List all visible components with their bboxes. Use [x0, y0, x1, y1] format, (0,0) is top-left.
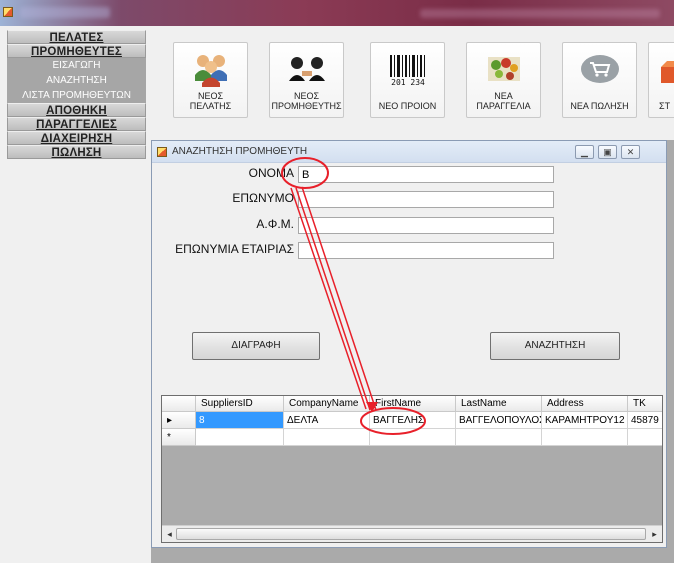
dialog-title: ΑΝΑΖΗΤΗΣΗ ΠΡΟΜΗΘΕΥΤΗ [172, 146, 308, 157]
menu-supplier-list[interactable]: ΛΙΣΤΑ ΠΡΟΜΗΘΕΥΤΩΝ [7, 88, 146, 103]
svg-text:201 234: 201 234 [391, 78, 425, 87]
table-cell-new[interactable] [370, 429, 456, 446]
new-supplier-label-2: ΠΡΟΜΗΘΕΥΤΗΣ [271, 101, 342, 111]
column-header[interactable]: SuppliersID [196, 396, 284, 412]
new-sale-button[interactable]: ΝΕΑ ΠΩΛΗΣΗ [562, 42, 637, 118]
last-name-input[interactable] [298, 191, 554, 208]
box-icon [661, 61, 674, 83]
dialog-app-icon [157, 147, 167, 157]
company-name-label: ΕΠΩΝΥΜΙΑ ΕΤΑΙΡΙΑΣ [175, 242, 294, 256]
title-blurred [20, 7, 110, 18]
title-blurred-right [420, 9, 660, 18]
new-customer-label-1: ΝΕΟΣ [197, 91, 224, 101]
column-header[interactable]: LastName [456, 396, 542, 412]
scroll-thumb[interactable] [176, 528, 646, 540]
shopping-cart-icon [581, 55, 619, 83]
column-header[interactable]: CompanyName [284, 396, 370, 412]
menu-customers[interactable]: ΠΕΛΑΤΕΣ [7, 30, 146, 44]
table-cell-new[interactable] [196, 429, 284, 446]
table-cell[interactable]: ΒΑΓΓΕΛΟΠΟΥΛΟΣ [456, 412, 542, 429]
barcode-icon: 201 234 [390, 55, 425, 87]
app-icon [3, 7, 13, 17]
menu-supplier-insert[interactable]: ΕΙΣΑΓΩΓΗ [7, 58, 146, 73]
new-order-button[interactable]: ΝΕΑ ΠΑΡΑΓΓΕΛΙΑ [466, 42, 541, 118]
table-cell[interactable]: 45879 [628, 412, 662, 429]
menu-orders[interactable]: ΠΑΡΑΓΓΕΛΙΕΣ [7, 117, 146, 131]
new-product-button[interactable]: 201 234 ΝΕΟ ΠΡΟΙΟΝ [370, 42, 445, 118]
column-header[interactable]: TK [628, 396, 662, 412]
menu-management[interactable]: ΔΙΑΧΕΙΡΗΣΗ [7, 131, 146, 145]
new-supplier-label-1: ΝΕΟΣ [293, 91, 320, 101]
table-cell-new[interactable] [542, 429, 628, 446]
new-product-label: ΝΕΟ ΠΡΟΙΟΝ [378, 101, 437, 111]
new-customer-label-2: ΠΕΛΑΤΗΣ [189, 101, 232, 111]
search-supplier-dialog: ΑΝΑΖΗΤΗΣΗ ΠΡΟΜΗΘΕΥΤΗ ▁ ▣ ✕ ΟΝΟΜΑ ΕΠΩΝΥΜΟ… [151, 140, 667, 548]
minimize-icon[interactable]: ▁ [575, 145, 594, 159]
new-order-label-1: ΝΕΑ [494, 91, 513, 101]
table-cell-new[interactable] [456, 429, 542, 446]
column-header[interactable]: Address [542, 396, 628, 412]
customers-people-icon [195, 55, 227, 87]
table-cell[interactable]: ΒΑΓΓΕΛΗΣ [370, 412, 456, 429]
first-name-label: ΟΝΟΜΑ [248, 166, 294, 180]
menu-sale[interactable]: ΠΩΛΗΣΗ [7, 145, 146, 159]
first-name-input[interactable] [298, 166, 554, 183]
new-sale-label: ΝΕΑ ΠΩΛΗΣΗ [570, 101, 629, 111]
stock-label-partial: ΣΤ [659, 101, 671, 111]
table-cell-new[interactable] [284, 429, 370, 446]
scroll-right-icon[interactable]: ▸ [648, 528, 661, 540]
table-cell[interactable]: ΔΕΛΤΑ [284, 412, 370, 429]
side-menu: ΠΕΛΑΤΕΣ ΠΡΟΜΗΘΕΥΤΕΣ ΕΙΣΑΓΩΓΗ ΑΝΑΖΗΤΗΣΗ Λ… [7, 30, 146, 159]
new-row-marker[interactable]: * [162, 429, 196, 446]
suppliers-grid[interactable]: SuppliersID CompanyName FirstName LastNa… [161, 395, 663, 543]
dialog-title-bar: ΑΝΑΖΗΤΗΣΗ ΠΡΟΜΗΘΕΥΤΗ ▁ ▣ ✕ [152, 141, 666, 163]
vat-input[interactable] [298, 217, 554, 234]
new-customer-button[interactable]: ΝΕΟΣ ΠΕΛΑΤΗΣ [173, 42, 248, 118]
company-name-input[interactable] [298, 242, 554, 259]
close-icon[interactable]: ✕ [621, 145, 640, 159]
table-cell-new[interactable] [628, 429, 662, 446]
table-cell[interactable]: 8 [196, 412, 284, 429]
supplier-handshake-icon [289, 57, 325, 81]
new-order-label-2: ΠΑΡΑΓΓΕΛΙΑ [476, 101, 531, 111]
main-title-bar [0, 0, 674, 26]
horizontal-scrollbar[interactable]: ◂ ▸ [162, 525, 662, 542]
menu-warehouse[interactable]: ΑΠΟΘΗΚΗ [7, 103, 146, 117]
delete-button[interactable]: ΔΙΑΓΡΑΦΗ [192, 332, 320, 360]
table-cell[interactable]: ΚΑΡΑΜΗΤΡΟΥ12 [542, 412, 628, 429]
stock-button[interactable]: ΣΤ [648, 42, 674, 118]
order-produce-icon [488, 57, 520, 81]
scroll-left-icon[interactable]: ◂ [163, 528, 176, 540]
grid-corner [162, 396, 196, 412]
maximize-icon[interactable]: ▣ [598, 145, 617, 159]
menu-suppliers[interactable]: ΠΡΟΜΗΘΕΥΤΕΣ [7, 44, 146, 58]
last-name-label: ΕΠΩΝΥΜΟ [232, 191, 294, 205]
vat-label: Α.Φ.Μ. [256, 217, 294, 231]
current-row-marker[interactable]: ▸ [162, 412, 196, 429]
menu-supplier-search[interactable]: ΑΝΑΖΗΤΗΣΗ [7, 73, 146, 88]
new-supplier-button[interactable]: ΝΕΟΣ ΠΡΟΜΗΘΕΥΤΗΣ [269, 42, 344, 118]
column-header[interactable]: FirstName [370, 396, 456, 412]
search-button[interactable]: ΑΝΑΖΗΤΗΣΗ [490, 332, 620, 360]
